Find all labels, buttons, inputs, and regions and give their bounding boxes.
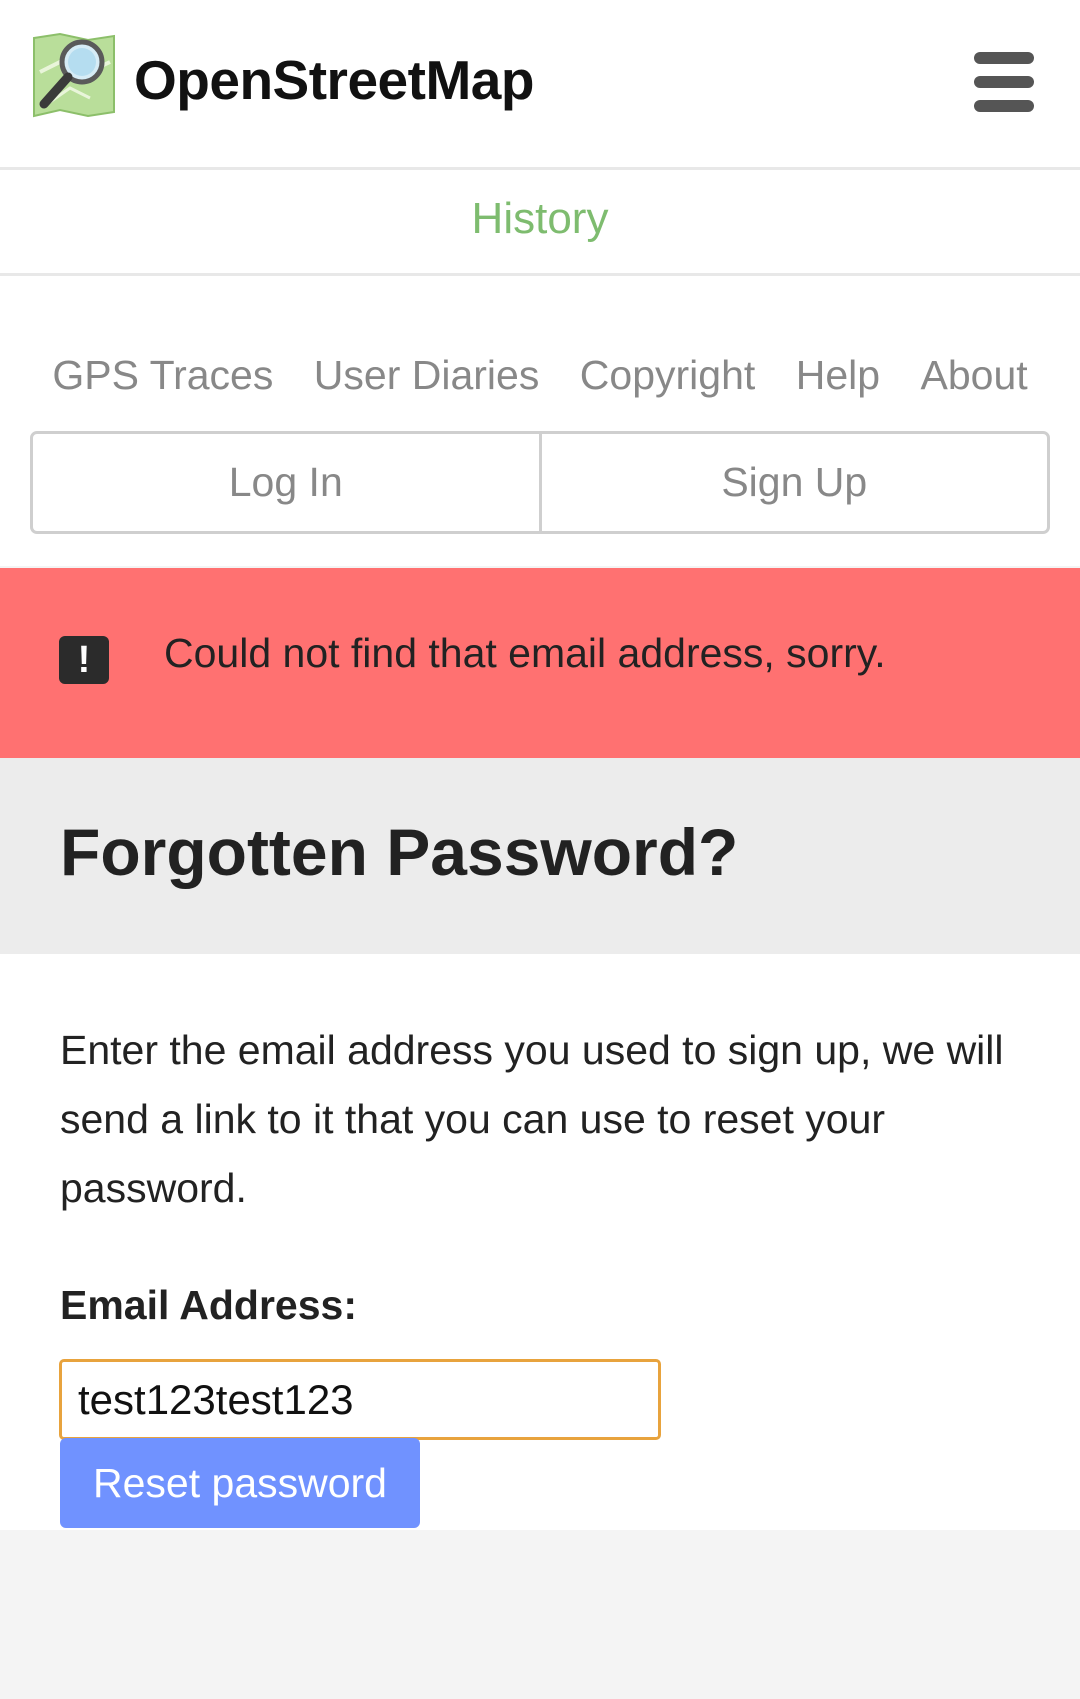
error-flash: ! Could not find that email address, sor… [0,568,1080,758]
page-title: Forgotten Password? [60,815,739,889]
nav-link-about[interactable]: About [921,352,1028,399]
exclamation-icon: ! [59,636,109,684]
email-label: Email Address: [60,1282,357,1328]
title-band: Forgotten Password? [0,758,1080,954]
secondary-nav: GPS Traces User Diaries Copyright Help A… [0,276,1080,566]
nav-link-user-diaries[interactable]: User Diaries [314,352,540,399]
signup-button[interactable]: Sign Up [538,434,1048,531]
email-field[interactable] [59,1359,661,1440]
reset-password-button[interactable]: Reset password [60,1438,420,1528]
osm-logo-icon[interactable] [30,32,118,120]
history-bar: History [0,170,1080,276]
nav-link-gps-traces[interactable]: GPS Traces [52,352,273,399]
nav-links: GPS Traces User Diaries Copyright Help A… [0,352,1080,399]
hamburger-menu-icon[interactable] [972,52,1036,112]
reset-form: Enter the email address you used to sign… [0,954,1080,1530]
login-button[interactable]: Log In [33,434,539,531]
auth-buttons: Log In Sign Up [30,431,1050,534]
error-message: Could not find that email address, sorry… [164,630,886,676]
nav-link-help[interactable]: Help [796,352,880,399]
intro-text: Enter the email address you used to sign… [60,1027,1004,1211]
history-link[interactable]: History [472,194,609,244]
nav-link-copyright[interactable]: Copyright [580,352,755,399]
brand-name[interactable]: OpenStreetMap [134,48,534,112]
header: OpenStreetMap [0,0,1080,170]
